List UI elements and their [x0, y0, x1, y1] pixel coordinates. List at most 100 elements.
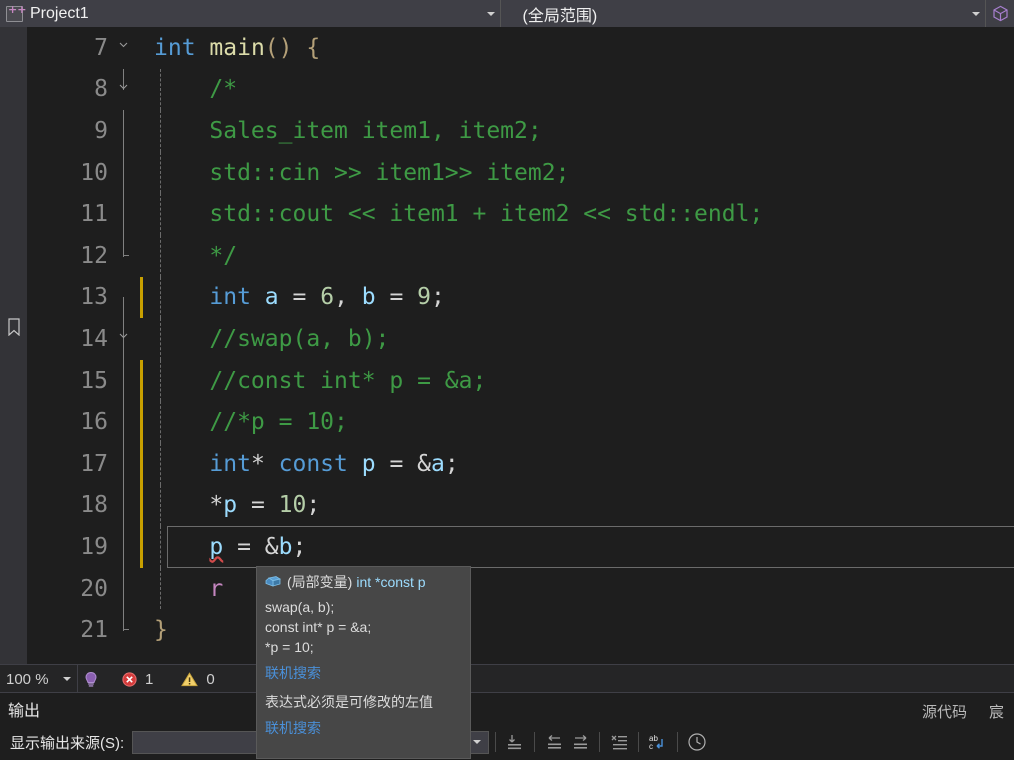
word-wrap-icon[interactable]: ab c — [645, 729, 671, 755]
navigate-back-icon[interactable] — [541, 729, 567, 755]
fold-guide-line — [123, 484, 124, 527]
clear-all-icon[interactable] — [606, 729, 632, 755]
indent-guide — [160, 526, 161, 568]
chevron-down-icon[interactable] — [63, 677, 71, 681]
fold-guide — [113, 442, 135, 485]
navigate-forward-icon[interactable] — [567, 729, 593, 755]
code-line[interactable]: 16 //*p = 10; — [27, 401, 1014, 443]
tooltip-type-label: int *const p — [356, 574, 426, 590]
zoom-level-combobox[interactable]: 100 % — [0, 665, 78, 693]
line-number: 19 — [80, 533, 108, 560]
fold-guide — [113, 277, 135, 319]
warning-count: 0 — [206, 670, 215, 688]
fold-expanded-icon[interactable] — [113, 27, 135, 69]
line-number: 16 — [80, 409, 108, 436]
project-selector-combobox[interactable]: Project1 — [0, 0, 500, 27]
go-to-source-icon[interactable] — [502, 729, 528, 755]
editor-navigation-bar: Project1 (全局范围) — [0, 0, 1014, 28]
clock-glyph — [688, 733, 706, 751]
chevron-down-glyph — [119, 84, 128, 89]
scope-label: (全局范围) — [522, 7, 598, 25]
fold-guide-line — [123, 401, 124, 443]
unsaved-change-marker — [140, 484, 143, 527]
chevron-down-icon[interactable] — [473, 740, 482, 744]
code-line[interactable]: 8 /* — [27, 68, 1014, 111]
code-line[interactable]: 13 int a = 6, b = 9; — [27, 276, 1014, 319]
tooltip-body-line: swap(a, b); — [265, 599, 335, 615]
code-line-current[interactable]: 19 p = &b; — [27, 526, 1014, 568]
code-line[interactable]: 15 //const int* p = &a; — [27, 359, 1014, 402]
code-line[interactable]: 7 int main() { — [27, 27, 1014, 69]
line-number: 7 — [94, 34, 108, 61]
line-number: 11 — [80, 201, 108, 228]
fold-guide — [113, 151, 135, 194]
fold-guide — [113, 359, 135, 402]
indent-guide — [160, 110, 161, 152]
indent-guide — [160, 318, 161, 360]
bookmark-icon[interactable] — [7, 318, 21, 337]
error-glyph — [122, 671, 137, 687]
indent-guide — [160, 234, 161, 277]
indicator-margin[interactable] — [0, 27, 27, 664]
quick-info-tooltip: (局部变量) int *const p swap(a, b); const in… — [256, 566, 471, 759]
fold-guide — [113, 567, 135, 610]
toolbar-separator — [534, 732, 536, 752]
fold-expanded-icon[interactable] — [113, 68, 135, 111]
cube-glyph — [992, 5, 1008, 22]
code-text: int a = 6, b = 9; — [209, 284, 445, 311]
toolbar-separator — [599, 732, 601, 752]
fold-guide — [113, 609, 135, 651]
line-number: 17 — [80, 450, 108, 477]
code-text-area[interactable]: 7 int main() { 8 /* 9 Sales_item item1, … — [27, 27, 1014, 664]
indent-guide — [160, 401, 161, 443]
output-toolbar: 显示输出来源(S): ab c — [0, 724, 1014, 760]
error-icon[interactable] — [122, 671, 137, 687]
code-line[interactable]: 10 std::cin >> item1>> item2; — [27, 151, 1014, 194]
line-number: 13 — [80, 284, 108, 311]
code-text: int* const p = &a; — [209, 450, 459, 477]
code-line[interactable]: 9 Sales_item item1, item2; — [27, 110, 1014, 152]
fold-expanded-icon[interactable] — [113, 318, 135, 360]
project-dropdown-chevron-down-icon[interactable] — [482, 0, 500, 27]
lightbulb-icon[interactable] — [78, 665, 104, 693]
code-line[interactable]: 21 } — [27, 609, 1014, 651]
forward-arrow-glyph — [573, 734, 587, 749]
toolbar-separator — [495, 732, 497, 752]
code-line[interactable]: 17 int* const p = &a; — [27, 442, 1014, 485]
cube-icon[interactable] — [985, 0, 1014, 27]
fold-end-bar — [123, 254, 129, 256]
indent-guide — [160, 68, 161, 111]
output-source-label: 显示输出来源(S): — [10, 734, 125, 752]
online-search-link-1[interactable]: 联机搜索 — [265, 663, 470, 683]
history-icon[interactable] — [684, 729, 710, 755]
error-count: 1 — [145, 670, 154, 688]
code-editor[interactable]: 7 int main() { 8 /* 9 Sales_item item1, … — [0, 27, 1014, 664]
scope-selector-combobox[interactable]: (全局范围) — [499, 0, 985, 27]
unsaved-change-marker — [140, 359, 143, 402]
code-text: //const int* p = &a; — [154, 367, 487, 394]
fold-guide — [113, 110, 135, 152]
code-line[interactable]: 14 //swap(a, b); — [27, 318, 1014, 360]
editor-status-strip: 100 % 1 0 — [0, 664, 1014, 693]
indent-guide — [160, 442, 161, 485]
go-to-source-glyph — [507, 734, 521, 749]
output-panel-title: 输出 — [8, 703, 41, 720]
fold-guide-line — [123, 110, 124, 152]
online-search-link-2[interactable]: 联机搜索 — [265, 718, 470, 738]
word-wrap-glyph: ab c — [649, 734, 663, 751]
tooltip-header: (局部变量) int *const p — [257, 567, 470, 594]
line-number: 21 — [80, 617, 108, 644]
code-line[interactable]: 18 *p = 10; — [27, 484, 1014, 527]
lightbulb-glyph — [85, 671, 97, 687]
user-label: 宸 — [988, 703, 1004, 721]
line-number: 15 — [80, 367, 108, 394]
code-line[interactable]: 11 std::cout << item1 + item2 << std::en… — [27, 193, 1014, 235]
tooltip-body: swap(a, b); const int* p = &a; *p = 10; … — [257, 594, 470, 738]
unsaved-change-marker — [140, 401, 143, 443]
code-line[interactable]: 12 */ — [27, 234, 1014, 277]
error-warning-group: 1 0 — [122, 671, 243, 688]
scope-dropdown-chevron-down-icon[interactable] — [967, 0, 985, 27]
code-line[interactable]: 20 r — [27, 567, 1014, 610]
fold-guide-line — [123, 151, 124, 194]
warning-icon[interactable] — [181, 671, 199, 687]
